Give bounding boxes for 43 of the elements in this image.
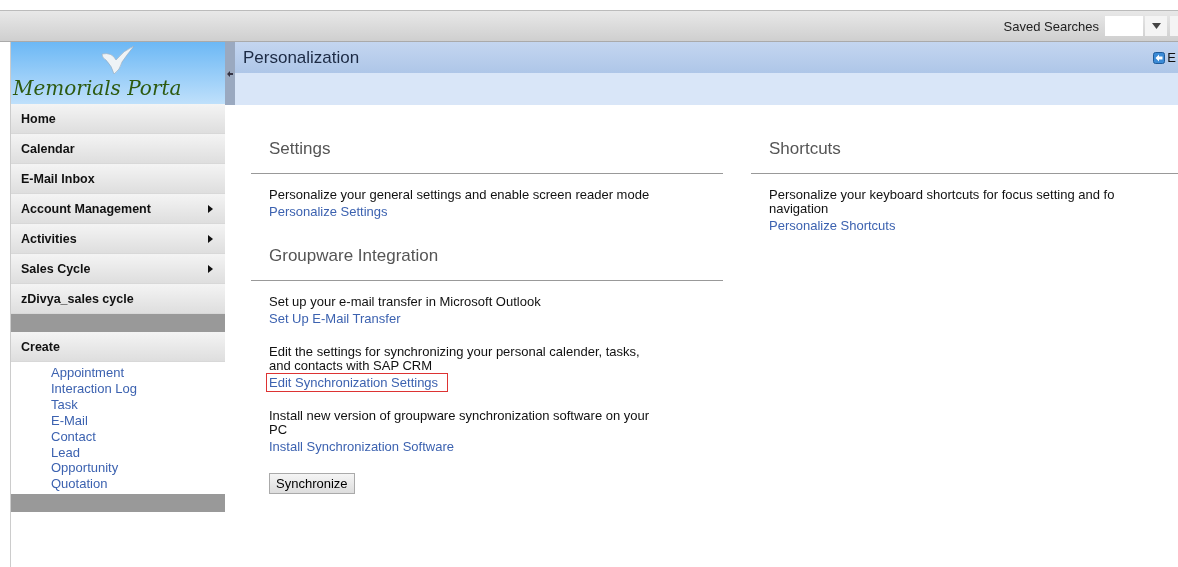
link[interactable]: Install Synchronization Software — [269, 439, 454, 454]
section-title: Shortcuts — [751, 139, 1178, 174]
link[interactable]: Set Up E-Mail Transfer — [269, 311, 401, 326]
nav-item[interactable]: E-Mail Inbox — [11, 164, 225, 194]
submenu-arrow-icon — [208, 264, 213, 273]
description: Personalize your general settings and enable screen reader mode — [269, 188, 651, 202]
create-link[interactable]: Quotation — [51, 476, 225, 493]
create-link[interactable]: Appointment — [51, 365, 225, 381]
submenu-arrow-icon — [208, 234, 213, 243]
section-title: Groupware Integration — [251, 246, 723, 281]
back-arrow-icon — [1153, 51, 1166, 64]
collapse-handle[interactable] — [225, 42, 235, 105]
back-link[interactable]: E — [1153, 50, 1176, 65]
nav-item[interactable]: Account Management — [11, 194, 225, 224]
nav-item[interactable]: Home — [11, 104, 225, 134]
create-header: Create — [11, 332, 225, 362]
submenu-arrow-icon — [208, 204, 213, 213]
create-link[interactable]: Interaction Log — [51, 380, 225, 397]
nav-item[interactable]: zDivya_sales cycle — [11, 284, 225, 314]
create-link[interactable]: E-Mail — [51, 412, 225, 429]
saved-searches-label: Saved Searches — [1003, 18, 1099, 34]
saved-searches-field[interactable] — [1105, 16, 1143, 36]
create-link[interactable]: Lead — [51, 444, 225, 461]
create-link[interactable]: Task — [51, 396, 225, 413]
nav-item[interactable]: Activities — [11, 224, 225, 254]
synchronize-button[interactable]: Synchronize — [269, 473, 355, 494]
caret-icon — [1151, 23, 1161, 29]
link[interactable]: Edit Synchronization Settings — [268, 375, 447, 390]
link[interactable]: Personalize Shortcuts — [769, 218, 896, 233]
section-title: Settings — [251, 139, 723, 174]
description: Set up your e-mail transfer in Microsoft Outlook — [269, 295, 542, 309]
description: Personalize your keyboard shortcuts for focus setting and fo navigation — [769, 188, 1116, 216]
create-link[interactable]: Contact — [51, 428, 225, 445]
page-title: Personalization — [243, 47, 360, 68]
dropdown-button[interactable] — [1145, 16, 1167, 36]
nav-item[interactable]: Calendar — [11, 134, 225, 164]
description: Install new version of groupware synchronization software on your PC — [269, 409, 651, 437]
create-link[interactable]: Opportunity — [51, 460, 225, 477]
left-arrow-icon — [227, 70, 233, 77]
nav-item[interactable]: Sales Cycle — [11, 254, 225, 284]
link[interactable]: Personalize Settings — [269, 204, 388, 219]
description: Edit the settings for synchronizing your personal calender, tasks, and contacts with SAP CRM — [269, 345, 641, 373]
logo-text: Memorials Porta — [13, 76, 182, 100]
